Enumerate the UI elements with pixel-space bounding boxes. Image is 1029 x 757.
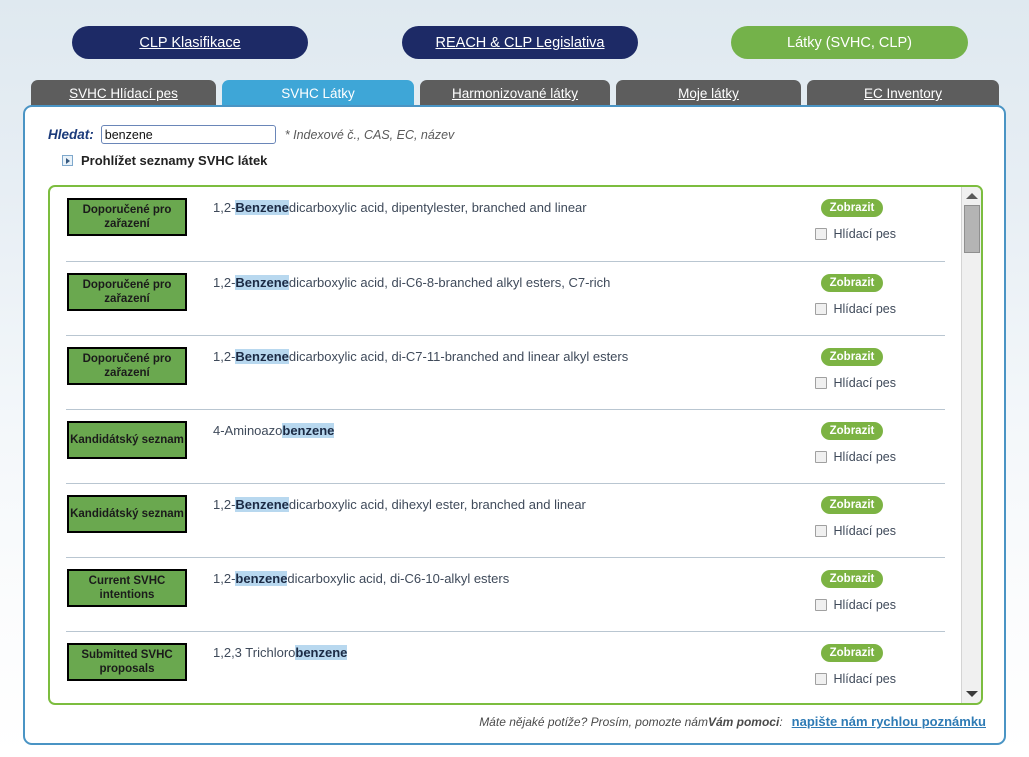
- results-container: Doporučené pro zařazení 1,2-Benzenedicarb…: [48, 185, 983, 705]
- search-hint: * Indexové č., CAS, EC, název: [284, 127, 455, 142]
- watchdog-checkbox[interactable]: [815, 303, 828, 315]
- search-term-highlight: Benzene: [235, 497, 289, 512]
- list-status-badge: Doporučené pro zařazení: [67, 198, 187, 236]
- list-status-badge: Current SVHC intentions: [67, 569, 187, 607]
- substance-name: 4-Aminoazobenzene: [213, 423, 335, 438]
- scroll-down-arrow-icon[interactable]: [962, 685, 981, 703]
- watchdog-checkbox[interactable]: [815, 673, 828, 685]
- primary-navigation: CLP Klasifikace REACH & CLP Legislativa …: [0, 26, 1029, 62]
- watchdog-checkbox[interactable]: [815, 451, 828, 463]
- table-row: Submitted SVHC proposals 1,2,3 Trichlorob…: [66, 631, 945, 703]
- nav-button-clp-klasifikace[interactable]: CLP Klasifikace: [72, 26, 308, 59]
- search-row: Hledat: * Indexové č., CAS, EC, název: [48, 125, 454, 144]
- tab-label: Harmonizované látky: [451, 86, 579, 101]
- scrollbar-thumb[interactable]: [964, 205, 980, 253]
- list-status-badge: Submitted SVHC proposals: [67, 643, 187, 681]
- nav-button-label: CLP Klasifikace: [139, 34, 241, 51]
- search-input[interactable]: [100, 125, 276, 144]
- watchdog-checkbox[interactable]: [815, 228, 828, 240]
- footer-text-2: :: [779, 715, 783, 729]
- results-scrollbar[interactable]: [961, 187, 981, 703]
- view-button[interactable]: Zobrazit: [821, 348, 883, 366]
- tab-svhc-hlidaci-pes[interactable]: SVHC Hlídací pes: [31, 80, 216, 107]
- view-button[interactable]: Zobrazit: [821, 644, 883, 662]
- tab-label: Moje látky: [678, 86, 739, 101]
- watchdog-checkbox-row[interactable]: Hlídací pes: [815, 227, 896, 241]
- view-button[interactable]: Zobrazit: [821, 422, 883, 440]
- footer-feedback-link[interactable]: napište nám rychlou poznámku: [792, 714, 986, 729]
- watchdog-label: Hlídací pes: [833, 450, 896, 464]
- watchdog-checkbox-row[interactable]: Hlídací pes: [815, 598, 896, 612]
- search-term-highlight: benzene: [282, 423, 335, 438]
- table-row: Kandidátský seznam 1,2-Benzenedicarboxyli…: [66, 483, 945, 557]
- search-label: Hledat:: [48, 127, 94, 142]
- watchdog-label: Hlídací pes: [833, 672, 896, 686]
- tab-harmonizovane-latky[interactable]: Harmonizované látky: [420, 80, 610, 107]
- table-row: Doporučené pro zařazení 1,2-Benzenedicarb…: [66, 187, 945, 261]
- watchdog-checkbox-row[interactable]: Hlídací pes: [815, 524, 896, 538]
- table-row: Current SVHC intentions 1,2-benzenedicarb…: [66, 557, 945, 631]
- watchdog-label: Hlídací pes: [833, 598, 896, 612]
- watchdog-checkbox-row[interactable]: Hlídací pes: [815, 450, 896, 464]
- watchdog-checkbox[interactable]: [815, 599, 828, 611]
- watchdog-label: Hlídací pes: [833, 302, 896, 316]
- list-status-badge: Kandidátský seznam: [67, 495, 187, 533]
- results-list: Doporučené pro zařazení 1,2-Benzenedicarb…: [50, 187, 961, 703]
- substance-name: 1,2,3 Trichlorobenzene: [213, 645, 348, 660]
- search-term-highlight: Benzene: [235, 275, 289, 290]
- watchdog-label: Hlídací pes: [833, 376, 896, 390]
- tab-svhc-latky[interactable]: SVHC Látky: [222, 80, 414, 107]
- search-term-highlight: Benzene: [235, 349, 289, 364]
- browse-label: Prohlížet seznamy SVHC látek: [81, 153, 268, 168]
- substance-name: 1,2-Benzenedicarboxylic acid, dihexyl es…: [213, 497, 586, 512]
- nav-button-reach-clp-legislativa[interactable]: REACH & CLP Legislativa: [402, 26, 638, 59]
- substance-name: 1,2-Benzenedicarboxylic acid, di-C7-11-b…: [213, 349, 629, 364]
- nav-button-latky-svhc-clp[interactable]: Látky (SVHC, CLP): [731, 26, 968, 59]
- search-term-highlight: benzene: [295, 645, 348, 660]
- view-button[interactable]: Zobrazit: [821, 274, 883, 292]
- footer-text-strong: Vám pomoci: [707, 715, 780, 729]
- tab-label: SVHC Hlídací pes: [69, 86, 178, 101]
- tab-ec-inventory[interactable]: EC Inventory: [807, 80, 999, 107]
- watchdog-label: Hlídací pes: [833, 524, 896, 538]
- search-term-highlight: benzene: [235, 571, 288, 586]
- watchdog-label: Hlídací pes: [833, 227, 896, 241]
- footer-text-1: Máte nějaké potíže? Prosím, pomozte nám: [479, 715, 708, 729]
- table-row: Kandidátský seznam 4-Aminoazobenzene Zobra…: [66, 409, 945, 483]
- tab-label: EC Inventory: [863, 86, 943, 101]
- tab-bar: SVHC Hlídací pes SVHC Látky Harmonizovan…: [0, 80, 1029, 107]
- watchdog-checkbox-row[interactable]: Hlídací pes: [815, 302, 896, 316]
- nav-button-label: REACH & CLP Legislativa: [435, 34, 605, 51]
- watchdog-checkbox[interactable]: [815, 377, 828, 389]
- browse-svhc-lists-toggle[interactable]: Prohlížet seznamy SVHC látek: [62, 153, 267, 168]
- substance-name: 1,2-benzenedicarboxylic acid, di-C6-10-a…: [213, 571, 510, 586]
- search-term-highlight: Benzene: [235, 200, 289, 215]
- footer-help: Máte nějaké potíže? Prosím, pomozte nám …: [479, 714, 986, 729]
- content-panel: Hledat: * Indexové č., CAS, EC, název Pr…: [23, 105, 1006, 745]
- substance-name: 1,2-Benzenedicarboxylic acid, di-C6-8-br…: [213, 275, 611, 290]
- triangle-right-icon: [62, 155, 73, 166]
- view-button[interactable]: Zobrazit: [821, 199, 883, 217]
- table-row: Doporučené pro zařazení 1,2-Benzenedicarb…: [66, 335, 945, 409]
- substance-name: 1,2-Benzenedicarboxylic acid, dipentyles…: [213, 200, 587, 215]
- list-status-badge: Kandidátský seznam: [67, 421, 187, 459]
- tab-label: SVHC Látky: [281, 86, 355, 101]
- watchdog-checkbox-row[interactable]: Hlídací pes: [815, 376, 896, 390]
- view-button[interactable]: Zobrazit: [821, 570, 883, 588]
- watchdog-checkbox[interactable]: [815, 525, 828, 537]
- table-row: Doporučené pro zařazení 1,2-Benzenedicarb…: [66, 261, 945, 335]
- tab-moje-latky[interactable]: Moje látky: [616, 80, 801, 107]
- list-status-badge: Doporučené pro zařazení: [67, 273, 187, 311]
- nav-button-label: Látky (SVHC, CLP): [787, 34, 912, 51]
- list-status-badge: Doporučené pro zařazení: [67, 347, 187, 385]
- watchdog-checkbox-row[interactable]: Hlídací pes: [815, 672, 896, 686]
- scroll-up-arrow-icon[interactable]: [962, 187, 981, 205]
- view-button[interactable]: Zobrazit: [821, 496, 883, 514]
